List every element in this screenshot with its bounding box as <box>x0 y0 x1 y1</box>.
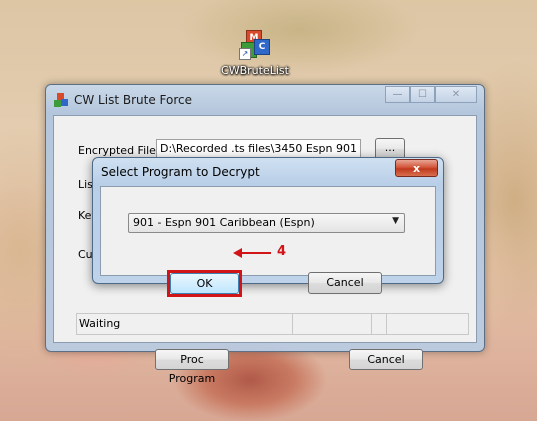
status-text: Waiting <box>79 317 121 330</box>
annotation-step-number: 4 <box>277 244 287 259</box>
shortcut-arrow-icon: ↗ <box>239 48 251 60</box>
ok-button[interactable]: OK <box>170 273 239 294</box>
status-divider <box>292 314 293 334</box>
minimize-button[interactable]: — <box>385 86 410 103</box>
status-bar: Waiting <box>76 313 469 335</box>
window-caption-buttons: — ☐ ✕ <box>385 86 477 103</box>
dialog-close-button[interactable]: x <box>395 159 438 177</box>
desktop-shortcut-cwbrutelist[interactable]: M C ↗ CWBruteList <box>218 28 292 77</box>
current-label: Cu <box>78 248 93 261</box>
close-button[interactable]: ✕ <box>435 86 477 103</box>
cwbrutelist-app-icon: M C ↗ <box>239 28 271 60</box>
program-select[interactable]: 901 - Espn 901 Caribbean (Espn) ▼ <box>128 213 405 233</box>
encrypted-file-label: Encrypted File <box>78 144 156 157</box>
annotation-arrow-line <box>237 252 271 254</box>
dialog-cancel-button[interactable]: Cancel <box>308 272 382 294</box>
app-title-icon <box>54 93 68 107</box>
desktop-icon-label: CWBruteList <box>221 64 289 77</box>
dialog-title: Select Program to Decrypt <box>101 165 260 179</box>
status-divider <box>386 314 387 334</box>
icon-cube-blue: C <box>254 39 270 55</box>
select-program-dialog: Select Program to Decrypt x 901 - Espn 9… <box>92 157 444 297</box>
annotation-arrow-head-icon <box>233 248 242 258</box>
window-title: CW List Brute Force <box>74 93 192 107</box>
maximize-button[interactable]: ☐ <box>410 86 435 103</box>
status-divider <box>371 314 372 334</box>
main-cancel-button[interactable]: Cancel <box>349 349 423 370</box>
selected-program: 901 - Espn 901 Caribbean (Espn) <box>133 216 315 229</box>
chevron-down-icon: ▼ <box>392 216 399 226</box>
proc-program-button[interactable]: Proc Program <box>155 349 229 385</box>
dialog-client-area: 901 - Espn 901 Caribbean (Espn) ▼ OK Can… <box>100 186 436 297</box>
